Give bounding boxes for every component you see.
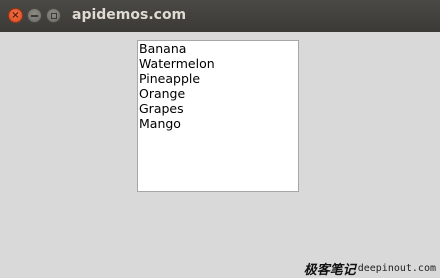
list-item[interactable]: Orange — [139, 86, 298, 101]
window-titlebar[interactable]: × apidemos.com — [0, 0, 440, 32]
list-item[interactable]: Banana — [139, 41, 298, 56]
list-item[interactable]: Mango — [139, 116, 298, 131]
close-icon: × — [11, 9, 20, 21]
list-item[interactable]: Pineapple — [139, 71, 298, 86]
watermark: 极客笔记 deepinout.com — [303, 260, 436, 278]
watermark-domain: deepinout.com — [357, 262, 436, 274]
maximize-window-button[interactable] — [46, 8, 61, 23]
watermark-logo-text: 极客笔记 — [303, 262, 356, 278]
list-item[interactable]: Watermelon — [139, 56, 298, 71]
close-window-button[interactable]: × — [8, 8, 23, 23]
window-title: apidemos.com — [72, 7, 187, 23]
list-item[interactable]: Grapes — [139, 101, 298, 116]
fruit-listbox[interactable]: Banana Watermelon Pineapple Orange Grape… — [137, 40, 299, 192]
minimize-window-button[interactable] — [27, 8, 42, 23]
